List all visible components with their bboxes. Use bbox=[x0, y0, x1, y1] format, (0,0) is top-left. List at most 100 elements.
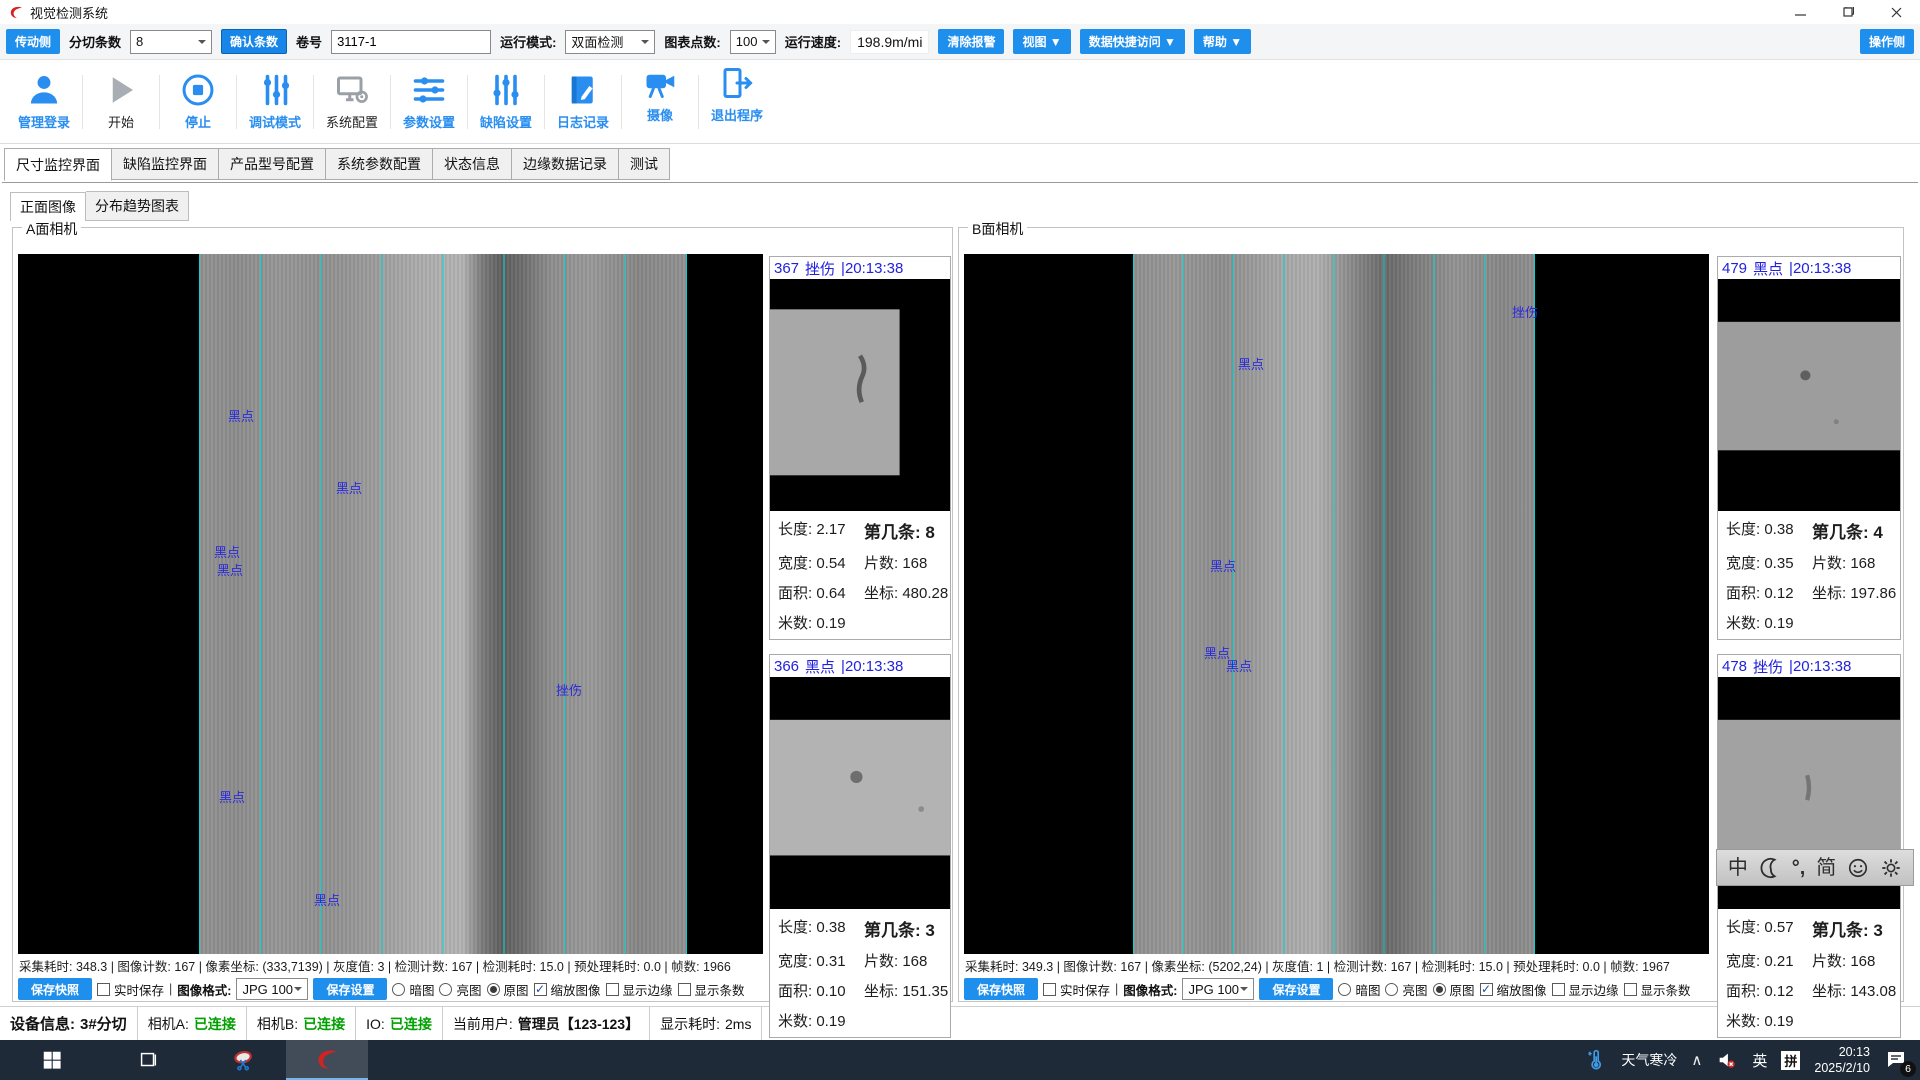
view-menu-button[interactable]: 视图 ▼ bbox=[1013, 29, 1070, 54]
action-stop[interactable]: 停止 bbox=[160, 72, 236, 131]
action-video-capture[interactable]: 摄像 bbox=[622, 65, 698, 124]
original-image-label: 原图 bbox=[504, 980, 529, 999]
volume-muted-icon[interactable] bbox=[1716, 1049, 1738, 1071]
defect-mark[interactable]: 黑点 bbox=[1226, 656, 1252, 675]
tab-defect-monitor[interactable]: 缺陷监控界面 bbox=[112, 148, 219, 180]
defect-mark[interactable]: 挫伤 bbox=[1512, 302, 1538, 321]
original-image-radio[interactable] bbox=[1433, 983, 1446, 996]
tab-product-model-config[interactable]: 产品型号配置 bbox=[219, 148, 326, 180]
defect-type: 挫伤 bbox=[805, 258, 835, 279]
subtab-trend-chart[interactable]: 分布趋势图表 bbox=[86, 191, 189, 221]
defect-card[interactable]: 479 黑点 |20:13:38 长度: 0.38 第几条: 4 bbox=[1717, 256, 1901, 640]
original-image-radio[interactable] bbox=[487, 983, 500, 996]
confirm-count-button[interactable]: 确认条数 bbox=[221, 29, 287, 54]
save-snapshot-button[interactable]: 保存快照 bbox=[964, 978, 1038, 1000]
vision-app-taskbar-icon[interactable] bbox=[286, 1040, 368, 1080]
window-title: 视觉检测系统 bbox=[30, 3, 108, 22]
ime-simplified-toggle[interactable]: 简 bbox=[1816, 858, 1836, 878]
maximize-button[interactable] bbox=[1824, 0, 1872, 24]
zoom-image-checkbox[interactable] bbox=[1480, 983, 1493, 996]
defect-card[interactable]: 478 挫伤 |20:13:38 长度: 0.57 第几条: 3 宽度: 0.2 bbox=[1717, 654, 1901, 1038]
len-value: 0.38 bbox=[816, 919, 845, 936]
tab-size-monitor[interactable]: 尺寸监控界面 bbox=[4, 148, 112, 181]
subtab-front-image[interactable]: 正面图像 bbox=[10, 192, 86, 222]
realtime-save-checkbox[interactable] bbox=[97, 983, 110, 996]
run-mode-select[interactable]: 双面检测 bbox=[565, 30, 655, 54]
defect-mark[interactable]: 黑点 bbox=[314, 890, 340, 909]
ime-chinese-toggle[interactable]: 中 bbox=[1728, 858, 1748, 878]
hidden-icons-chevron[interactable]: ∧ bbox=[1691, 1051, 1702, 1069]
tab-edge-data-record[interactable]: 边缘数据记录 bbox=[512, 148, 619, 180]
defect-mark[interactable]: 黑点 bbox=[217, 560, 243, 579]
save-snapshot-button[interactable]: 保存快照 bbox=[18, 978, 92, 1000]
coord-value: 480.28 bbox=[902, 585, 948, 602]
tab-status-info[interactable]: 状态信息 bbox=[433, 148, 512, 180]
defect-mark[interactable]: 黑点 bbox=[1210, 556, 1236, 575]
action-log-record[interactable]: 日志记录 bbox=[545, 72, 621, 131]
chart-points-select[interactable]: 100 bbox=[730, 30, 776, 54]
action-start[interactable]: 开始 bbox=[83, 72, 159, 131]
image-format-select[interactable]: JPG 100 bbox=[1182, 978, 1254, 1000]
drive-side-button[interactable]: 传动侧 bbox=[6, 29, 60, 54]
camera-b-image[interactable]: 挫伤 黑点 黑点 黑点 黑点 bbox=[964, 254, 1709, 954]
notification-center-icon[interactable]: 6 bbox=[1884, 1047, 1910, 1073]
save-settings-button[interactable]: 保存设置 bbox=[313, 978, 387, 1000]
bright-image-radio[interactable] bbox=[1385, 983, 1398, 996]
help-menu-button[interactable]: 帮助 ▼ bbox=[1194, 29, 1251, 54]
defect-card-header: 478 挫伤 |20:13:38 bbox=[1718, 655, 1900, 677]
slit-count-select[interactable]: 8 bbox=[130, 30, 212, 54]
bright-image-radio[interactable] bbox=[439, 983, 452, 996]
defect-mark[interactable]: 黑点 bbox=[336, 478, 362, 497]
defect-mark[interactable]: 挫伤 bbox=[556, 680, 582, 699]
minimize-button[interactable] bbox=[1776, 0, 1824, 24]
defect-mark[interactable]: 黑点 bbox=[219, 787, 245, 806]
start-button[interactable] bbox=[28, 1040, 76, 1080]
tab-test[interactable]: 测试 bbox=[619, 148, 670, 180]
close-button[interactable] bbox=[1872, 0, 1920, 24]
defect-card[interactable]: 367 挫伤 |20:13:38 长度: 2.17 第几条: 8 宽度: 0.5 bbox=[769, 256, 951, 640]
defect-mark[interactable]: 黑点 bbox=[228, 406, 254, 425]
action-defect-settings[interactable]: 缺陷设置 bbox=[468, 72, 544, 131]
action-system-config[interactable]: 系统配置 bbox=[314, 72, 390, 131]
defect-thumbnail[interactable] bbox=[1718, 279, 1900, 511]
width-value: 0.31 bbox=[816, 953, 845, 970]
show-edges-checkbox[interactable] bbox=[606, 983, 619, 996]
defect-thumbnail[interactable] bbox=[770, 279, 950, 511]
gear-icon[interactable] bbox=[1880, 857, 1902, 879]
defect-mark[interactable]: 黑点 bbox=[214, 542, 240, 561]
ime-punctuation-toggle[interactable]: °, bbox=[1792, 858, 1806, 878]
zoom-image-label: 缩放图像 bbox=[551, 980, 601, 999]
save-settings-button[interactable]: 保存设置 bbox=[1259, 978, 1333, 1000]
operate-side-button[interactable]: 操作侧 bbox=[1860, 29, 1914, 54]
action-debug-mode[interactable]: 调试模式 bbox=[237, 72, 313, 131]
thermometer-icon[interactable] bbox=[1585, 1049, 1607, 1071]
language-indicator[interactable]: 英 bbox=[1752, 1050, 1767, 1071]
action-admin-login[interactable]: 管理登录 bbox=[6, 72, 82, 131]
roll-number-input[interactable] bbox=[331, 30, 491, 54]
dark-image-radio[interactable] bbox=[1338, 983, 1351, 996]
defect-type: 挫伤 bbox=[1753, 656, 1783, 677]
realtime-save-checkbox[interactable] bbox=[1043, 983, 1056, 996]
action-exit-program[interactable]: 退出程序 bbox=[699, 65, 775, 124]
camera-a-image[interactable]: 黑点 黑点 黑点 黑点 挫伤 黑点 黑点 bbox=[18, 254, 763, 954]
show-count-checkbox[interactable] bbox=[678, 983, 691, 996]
exit-icon bbox=[719, 65, 755, 101]
pinyin-indicator[interactable]: 拼 bbox=[1781, 1051, 1800, 1070]
tab-system-param-config[interactable]: 系统参数配置 bbox=[326, 148, 433, 180]
snipping-tool-icon[interactable] bbox=[220, 1040, 268, 1080]
image-format-select[interactable]: JPG 100 bbox=[236, 978, 308, 1000]
zoom-image-checkbox[interactable] bbox=[534, 983, 547, 996]
moon-icon[interactable] bbox=[1759, 857, 1781, 879]
data-quick-access-button[interactable]: 数据快捷访问 ▼ bbox=[1080, 29, 1185, 54]
weather-text[interactable]: 天气寒冷 bbox=[1621, 1050, 1677, 1070]
show-edges-checkbox[interactable] bbox=[1552, 983, 1565, 996]
dark-image-radio[interactable] bbox=[392, 983, 405, 996]
defect-card[interactable]: 366 黑点 |20:13:38 长度: 0.38 第几条: 3 bbox=[769, 654, 951, 1038]
action-param-settings[interactable]: 参数设置 bbox=[391, 72, 467, 131]
defect-mark[interactable]: 黑点 bbox=[1238, 354, 1264, 373]
task-view-button[interactable] bbox=[124, 1040, 172, 1080]
clear-alarm-button[interactable]: 清除报警 bbox=[938, 29, 1004, 54]
show-count-checkbox[interactable] bbox=[1624, 983, 1637, 996]
emoji-icon[interactable] bbox=[1847, 857, 1869, 879]
defect-thumbnail[interactable] bbox=[770, 677, 950, 909]
